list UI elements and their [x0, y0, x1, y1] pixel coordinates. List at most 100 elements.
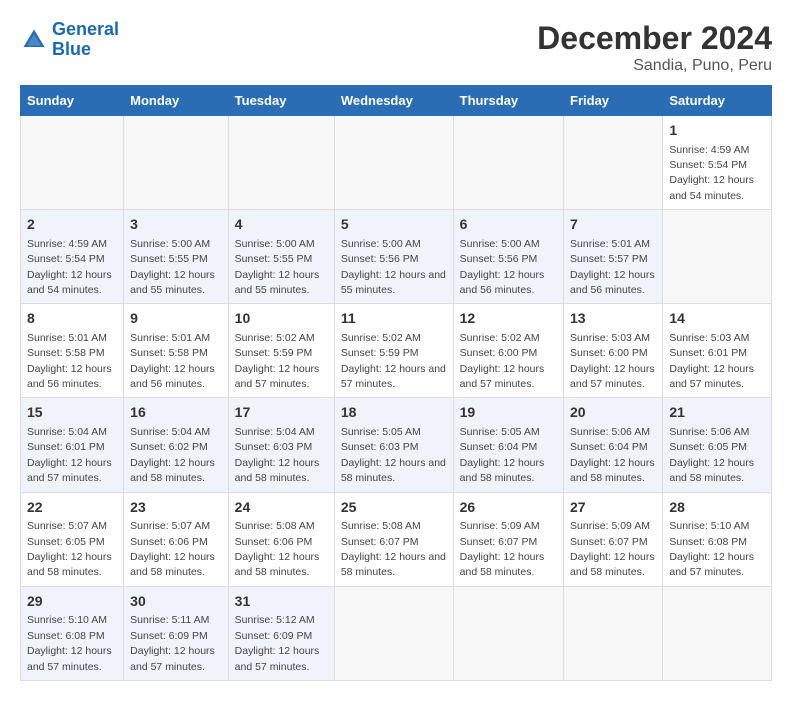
day-info: Sunrise: 5:00 AMSunset: 5:55 PMDaylight:…	[235, 238, 320, 296]
day-number: 1	[669, 121, 765, 141]
day-info: Sunrise: 5:10 AMSunset: 6:08 PMDaylight:…	[669, 520, 754, 578]
calendar-cell: 6 Sunrise: 5:00 AMSunset: 5:56 PMDayligh…	[453, 210, 563, 304]
day-number: 27	[570, 498, 656, 518]
day-number: 23	[130, 498, 222, 518]
day-info: Sunrise: 5:00 AMSunset: 5:56 PMDaylight:…	[341, 238, 446, 296]
calendar-cell: 25 Sunrise: 5:08 AMSunset: 6:07 PMDaylig…	[334, 492, 453, 586]
day-info: Sunrise: 5:01 AMSunset: 5:58 PMDaylight:…	[27, 332, 112, 390]
calendar-cell	[334, 116, 453, 210]
calendar-cell: 17 Sunrise: 5:04 AMSunset: 6:03 PMDaylig…	[228, 398, 334, 492]
day-info: Sunrise: 5:07 AMSunset: 6:06 PMDaylight:…	[130, 520, 215, 578]
day-info: Sunrise: 5:09 AMSunset: 6:07 PMDaylight:…	[570, 520, 655, 578]
day-number: 19	[460, 403, 557, 423]
day-info: Sunrise: 5:10 AMSunset: 6:08 PMDaylight:…	[27, 614, 112, 672]
day-number: 16	[130, 403, 222, 423]
calendar-cell: 16 Sunrise: 5:04 AMSunset: 6:02 PMDaylig…	[124, 398, 229, 492]
page-subtitle: Sandia, Puno, Peru	[537, 57, 772, 75]
weekday-header-tuesday: Tuesday	[228, 86, 334, 116]
day-number: 30	[130, 592, 222, 612]
day-number: 13	[570, 309, 656, 329]
calendar-cell	[564, 586, 663, 680]
weekday-header-monday: Monday	[124, 86, 229, 116]
calendar-week-row: 22 Sunrise: 5:07 AMSunset: 6:05 PMDaylig…	[21, 492, 772, 586]
day-number: 5	[341, 215, 447, 235]
day-info: Sunrise: 5:06 AMSunset: 6:04 PMDaylight:…	[570, 426, 655, 484]
calendar-cell: 27 Sunrise: 5:09 AMSunset: 6:07 PMDaylig…	[564, 492, 663, 586]
calendar-cell: 23 Sunrise: 5:07 AMSunset: 6:06 PMDaylig…	[124, 492, 229, 586]
page-header: General Blue December 2024 Sandia, Puno,…	[20, 20, 772, 75]
calendar-cell: 12 Sunrise: 5:02 AMSunset: 6:00 PMDaylig…	[453, 304, 563, 398]
day-number: 17	[235, 403, 328, 423]
calendar-cell	[21, 116, 124, 210]
day-number: 9	[130, 309, 222, 329]
day-info: Sunrise: 5:00 AMSunset: 5:56 PMDaylight:…	[460, 238, 545, 296]
day-info: Sunrise: 5:03 AMSunset: 6:00 PMDaylight:…	[570, 332, 655, 390]
calendar-table: SundayMondayTuesdayWednesdayThursdayFrid…	[20, 85, 772, 681]
calendar-cell	[663, 210, 772, 304]
day-info: Sunrise: 5:00 AMSunset: 5:55 PMDaylight:…	[130, 238, 215, 296]
calendar-cell: 13 Sunrise: 5:03 AMSunset: 6:00 PMDaylig…	[564, 304, 663, 398]
day-number: 20	[570, 403, 656, 423]
calendar-cell: 29 Sunrise: 5:10 AMSunset: 6:08 PMDaylig…	[21, 586, 124, 680]
day-number: 26	[460, 498, 557, 518]
weekday-header-saturday: Saturday	[663, 86, 772, 116]
day-number: 11	[341, 309, 447, 329]
logo-icon	[20, 26, 48, 54]
title-block: December 2024 Sandia, Puno, Peru	[537, 20, 772, 75]
day-info: Sunrise: 5:02 AMSunset: 5:59 PMDaylight:…	[341, 332, 446, 390]
calendar-cell: 30 Sunrise: 5:11 AMSunset: 6:09 PMDaylig…	[124, 586, 229, 680]
day-info: Sunrise: 5:04 AMSunset: 6:01 PMDaylight:…	[27, 426, 112, 484]
day-number: 15	[27, 403, 117, 423]
logo-text: General Blue	[52, 20, 119, 60]
day-number: 18	[341, 403, 447, 423]
day-number: 29	[27, 592, 117, 612]
day-info: Sunrise: 5:08 AMSunset: 6:07 PMDaylight:…	[341, 520, 446, 578]
day-info: Sunrise: 4:59 AMSunset: 5:54 PMDaylight:…	[669, 144, 754, 202]
logo-line2: Blue	[52, 39, 91, 59]
calendar-cell: 4 Sunrise: 5:00 AMSunset: 5:55 PMDayligh…	[228, 210, 334, 304]
day-number: 28	[669, 498, 765, 518]
calendar-cell: 20 Sunrise: 5:06 AMSunset: 6:04 PMDaylig…	[564, 398, 663, 492]
day-number: 31	[235, 592, 328, 612]
day-info: Sunrise: 5:06 AMSunset: 6:05 PMDaylight:…	[669, 426, 754, 484]
calendar-header-row: SundayMondayTuesdayWednesdayThursdayFrid…	[21, 86, 772, 116]
calendar-cell	[124, 116, 229, 210]
day-info: Sunrise: 5:09 AMSunset: 6:07 PMDaylight:…	[460, 520, 545, 578]
calendar-week-row: 2 Sunrise: 4:59 AMSunset: 5:54 PMDayligh…	[21, 210, 772, 304]
calendar-cell: 1 Sunrise: 4:59 AMSunset: 5:54 PMDayligh…	[663, 116, 772, 210]
day-info: Sunrise: 5:08 AMSunset: 6:06 PMDaylight:…	[235, 520, 320, 578]
day-info: Sunrise: 5:01 AMSunset: 5:57 PMDaylight:…	[570, 238, 655, 296]
day-number: 2	[27, 215, 117, 235]
day-info: Sunrise: 5:04 AMSunset: 6:03 PMDaylight:…	[235, 426, 320, 484]
calendar-cell: 26 Sunrise: 5:09 AMSunset: 6:07 PMDaylig…	[453, 492, 563, 586]
weekday-header-thursday: Thursday	[453, 86, 563, 116]
calendar-cell	[228, 116, 334, 210]
day-info: Sunrise: 5:12 AMSunset: 6:09 PMDaylight:…	[235, 614, 320, 672]
day-info: Sunrise: 5:02 AMSunset: 5:59 PMDaylight:…	[235, 332, 320, 390]
day-number: 7	[570, 215, 656, 235]
day-info: Sunrise: 5:11 AMSunset: 6:09 PMDaylight:…	[130, 614, 215, 672]
day-number: 25	[341, 498, 447, 518]
day-number: 14	[669, 309, 765, 329]
calendar-cell: 19 Sunrise: 5:05 AMSunset: 6:04 PMDaylig…	[453, 398, 563, 492]
calendar-cell	[453, 586, 563, 680]
calendar-cell: 24 Sunrise: 5:08 AMSunset: 6:06 PMDaylig…	[228, 492, 334, 586]
day-info: Sunrise: 5:07 AMSunset: 6:05 PMDaylight:…	[27, 520, 112, 578]
day-number: 24	[235, 498, 328, 518]
day-number: 4	[235, 215, 328, 235]
calendar-cell: 3 Sunrise: 5:00 AMSunset: 5:55 PMDayligh…	[124, 210, 229, 304]
day-info: Sunrise: 4:59 AMSunset: 5:54 PMDaylight:…	[27, 238, 112, 296]
calendar-cell	[564, 116, 663, 210]
day-number: 12	[460, 309, 557, 329]
calendar-week-row: 15 Sunrise: 5:04 AMSunset: 6:01 PMDaylig…	[21, 398, 772, 492]
day-info: Sunrise: 5:04 AMSunset: 6:02 PMDaylight:…	[130, 426, 215, 484]
calendar-cell: 7 Sunrise: 5:01 AMSunset: 5:57 PMDayligh…	[564, 210, 663, 304]
calendar-week-row: 8 Sunrise: 5:01 AMSunset: 5:58 PMDayligh…	[21, 304, 772, 398]
calendar-cell: 5 Sunrise: 5:00 AMSunset: 5:56 PMDayligh…	[334, 210, 453, 304]
day-number: 21	[669, 403, 765, 423]
calendar-cell: 10 Sunrise: 5:02 AMSunset: 5:59 PMDaylig…	[228, 304, 334, 398]
calendar-cell: 22 Sunrise: 5:07 AMSunset: 6:05 PMDaylig…	[21, 492, 124, 586]
day-info: Sunrise: 5:02 AMSunset: 6:00 PMDaylight:…	[460, 332, 545, 390]
calendar-cell	[663, 586, 772, 680]
calendar-cell	[453, 116, 563, 210]
